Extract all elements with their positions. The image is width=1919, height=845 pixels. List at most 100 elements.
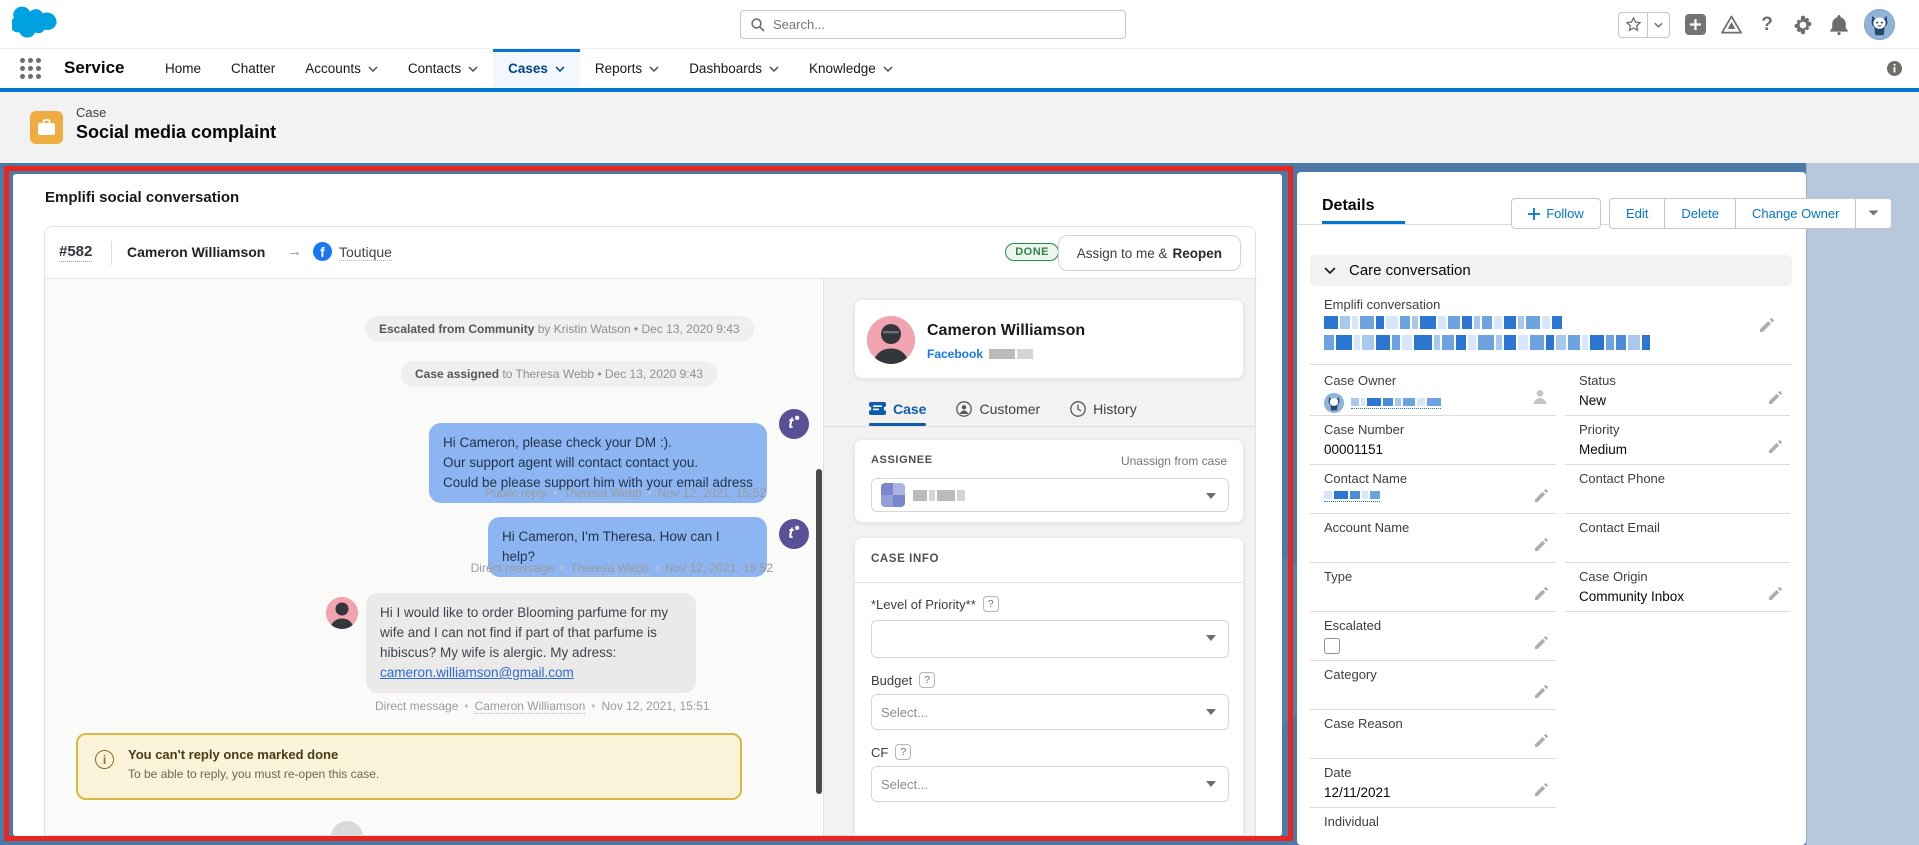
help-icon[interactable]: ? bbox=[1756, 14, 1778, 36]
follow-button[interactable]: Follow bbox=[1511, 198, 1601, 229]
reply-locked-warning: i You can't reply once marked done To be… bbox=[76, 733, 742, 800]
help-icon[interactable]: ? bbox=[983, 596, 999, 612]
nav-tab-dashboards[interactable]: Dashboards bbox=[674, 49, 794, 88]
section-care-conversation[interactable]: Care conversation bbox=[1310, 255, 1792, 286]
app-launcher-icon[interactable] bbox=[20, 58, 41, 79]
search-icon bbox=[751, 18, 765, 32]
edit-pencil-icon[interactable] bbox=[1535, 538, 1548, 551]
edit-pencil-icon[interactable] bbox=[1535, 685, 1548, 698]
assignee-select[interactable] bbox=[871, 478, 1229, 512]
person-icon bbox=[956, 401, 972, 417]
nav-tab-cases[interactable]: Cases bbox=[493, 49, 580, 88]
customer-message-bubble: Hi I would like to order Blooming parfum… bbox=[366, 593, 696, 693]
more-actions-caret[interactable] bbox=[1855, 199, 1891, 228]
divider bbox=[855, 582, 1243, 583]
nav-tab-home[interactable]: Home bbox=[150, 49, 216, 88]
nav-tab-chatter[interactable]: Chatter bbox=[216, 49, 290, 88]
chevron-down-icon[interactable] bbox=[769, 66, 779, 72]
owner-avatar bbox=[1324, 393, 1344, 413]
quick-add-icon[interactable] bbox=[1684, 14, 1706, 36]
conversation-header: #582 Cameron Williamson → f Toutique DON… bbox=[45, 227, 1255, 279]
change-owner-icon[interactable] bbox=[1532, 389, 1548, 404]
setup-gear-icon[interactable] bbox=[1792, 14, 1814, 36]
edit-button[interactable]: Edit bbox=[1610, 199, 1664, 228]
facebook-icon: f bbox=[313, 242, 332, 261]
edit-pencil-icon[interactable] bbox=[1769, 391, 1782, 404]
record-action-group: Edit Delete Change Owner bbox=[1609, 198, 1892, 229]
edit-pencil-icon[interactable] bbox=[1760, 318, 1774, 332]
cf-select[interactable]: Select... bbox=[871, 766, 1229, 802]
clock-icon bbox=[1070, 401, 1086, 417]
field-row-priority: Priority Medium bbox=[1565, 416, 1790, 465]
edit-pencil-icon[interactable] bbox=[1535, 783, 1548, 796]
system-message: Case assigned to Theresa Webb • Dec 13, … bbox=[401, 361, 717, 387]
favorites-split-button[interactable] bbox=[1618, 12, 1670, 38]
info-icon: i bbox=[95, 750, 114, 769]
edit-pencil-icon[interactable] bbox=[1535, 587, 1548, 600]
author-link[interactable]: Cameron Williamson bbox=[475, 699, 586, 714]
conversation-to-name[interactable]: Toutique bbox=[339, 244, 392, 261]
chevron-down-icon[interactable] bbox=[368, 66, 378, 72]
guidance-center-icon[interactable] bbox=[1720, 14, 1742, 36]
tab-customer[interactable]: Customer bbox=[956, 391, 1040, 426]
field-row-case-origin: Case Origin Community Inbox bbox=[1565, 563, 1790, 612]
facebook-link[interactable]: Facebook bbox=[927, 347, 983, 361]
nav-tab-knowledge[interactable]: Knowledge bbox=[794, 49, 908, 88]
user-avatar[interactable] bbox=[1864, 9, 1895, 40]
assign-reopen-button[interactable]: Assign to me &Reopen bbox=[1058, 235, 1241, 271]
edit-pencil-icon[interactable] bbox=[1535, 734, 1548, 747]
nav-tab-reports[interactable]: Reports bbox=[580, 49, 674, 88]
social-conversation-widget: #582 Cameron Williamson → f Toutique DON… bbox=[44, 226, 1256, 836]
edit-pencil-icon[interactable] bbox=[1769, 440, 1782, 453]
cf-field-label: CF? bbox=[871, 744, 911, 760]
edit-pencil-icon[interactable] bbox=[1535, 636, 1548, 649]
chevron-down-icon[interactable] bbox=[883, 66, 893, 72]
global-search[interactable] bbox=[740, 10, 1126, 39]
sidebar-tabs: Case Customer History bbox=[824, 391, 1255, 426]
field-row-contact-name: Contact Name bbox=[1310, 465, 1556, 514]
favorites-caret-icon[interactable] bbox=[1647, 13, 1669, 37]
budget-field-label: Budget? bbox=[871, 672, 935, 688]
change-owner-button[interactable]: Change Owner bbox=[1735, 199, 1855, 228]
chevron-down-icon[interactable] bbox=[555, 66, 565, 72]
email-link[interactable]: cameron.williamson@gmail.com bbox=[380, 663, 682, 683]
notifications-bell-icon[interactable] bbox=[1828, 14, 1850, 36]
chevron-down-icon[interactable] bbox=[468, 66, 478, 72]
divider bbox=[111, 241, 112, 265]
priority-value: Medium bbox=[1579, 442, 1790, 457]
unassign-link[interactable]: Unassign from case bbox=[1121, 454, 1227, 468]
edit-pencil-icon[interactable] bbox=[1535, 489, 1548, 502]
tab-history[interactable]: History bbox=[1070, 391, 1137, 426]
favorites-star-icon[interactable] bbox=[1619, 13, 1647, 37]
system-message: Escalated from Community by Kristin Wats… bbox=[365, 316, 754, 342]
nav-tab-accounts[interactable]: Accounts bbox=[290, 49, 393, 88]
search-input[interactable] bbox=[773, 17, 1115, 32]
widget-title: Emplifi social conversation bbox=[45, 189, 239, 206]
help-icon[interactable]: ? bbox=[895, 744, 911, 760]
help-icon[interactable]: ? bbox=[919, 672, 935, 688]
conversation-number[interactable]: #582 bbox=[59, 243, 92, 262]
tab-case[interactable]: Case bbox=[869, 391, 926, 426]
tab-details[interactable]: Details bbox=[1322, 197, 1374, 215]
author-link[interactable]: Theresa Webb bbox=[563, 486, 642, 501]
field-row-category: Category bbox=[1310, 661, 1556, 710]
chevron-down-icon[interactable] bbox=[649, 66, 659, 72]
redacted-contact-link[interactable] bbox=[1324, 491, 1380, 502]
divider bbox=[1310, 364, 1792, 365]
escalated-checkbox[interactable] bbox=[1324, 638, 1340, 654]
customer-name: Cameron Williamson bbox=[927, 322, 1085, 340]
priority-select[interactable] bbox=[871, 620, 1229, 658]
app-name: Service bbox=[64, 58, 125, 78]
details-panel: Details Care conversation Emplifi conver… bbox=[1297, 172, 1806, 845]
author-link[interactable]: Theresa Webb bbox=[570, 561, 649, 576]
nav-tab-contacts[interactable]: Contacts bbox=[393, 49, 493, 88]
budget-select[interactable]: Select... bbox=[871, 694, 1229, 730]
delete-button[interactable]: Delete bbox=[1664, 199, 1735, 228]
details-scrollbar-gutter[interactable] bbox=[1806, 163, 1919, 845]
edit-pencil-icon[interactable] bbox=[1769, 587, 1782, 600]
messages-scrollbar-thumb[interactable] bbox=[816, 469, 822, 794]
conversation-sidebar: Cameron Williamson Facebook Case bbox=[824, 279, 1255, 835]
redacted-owner-link[interactable] bbox=[1351, 398, 1441, 409]
info-icon[interactable] bbox=[1887, 61, 1902, 76]
redacted-text bbox=[989, 349, 1033, 359]
